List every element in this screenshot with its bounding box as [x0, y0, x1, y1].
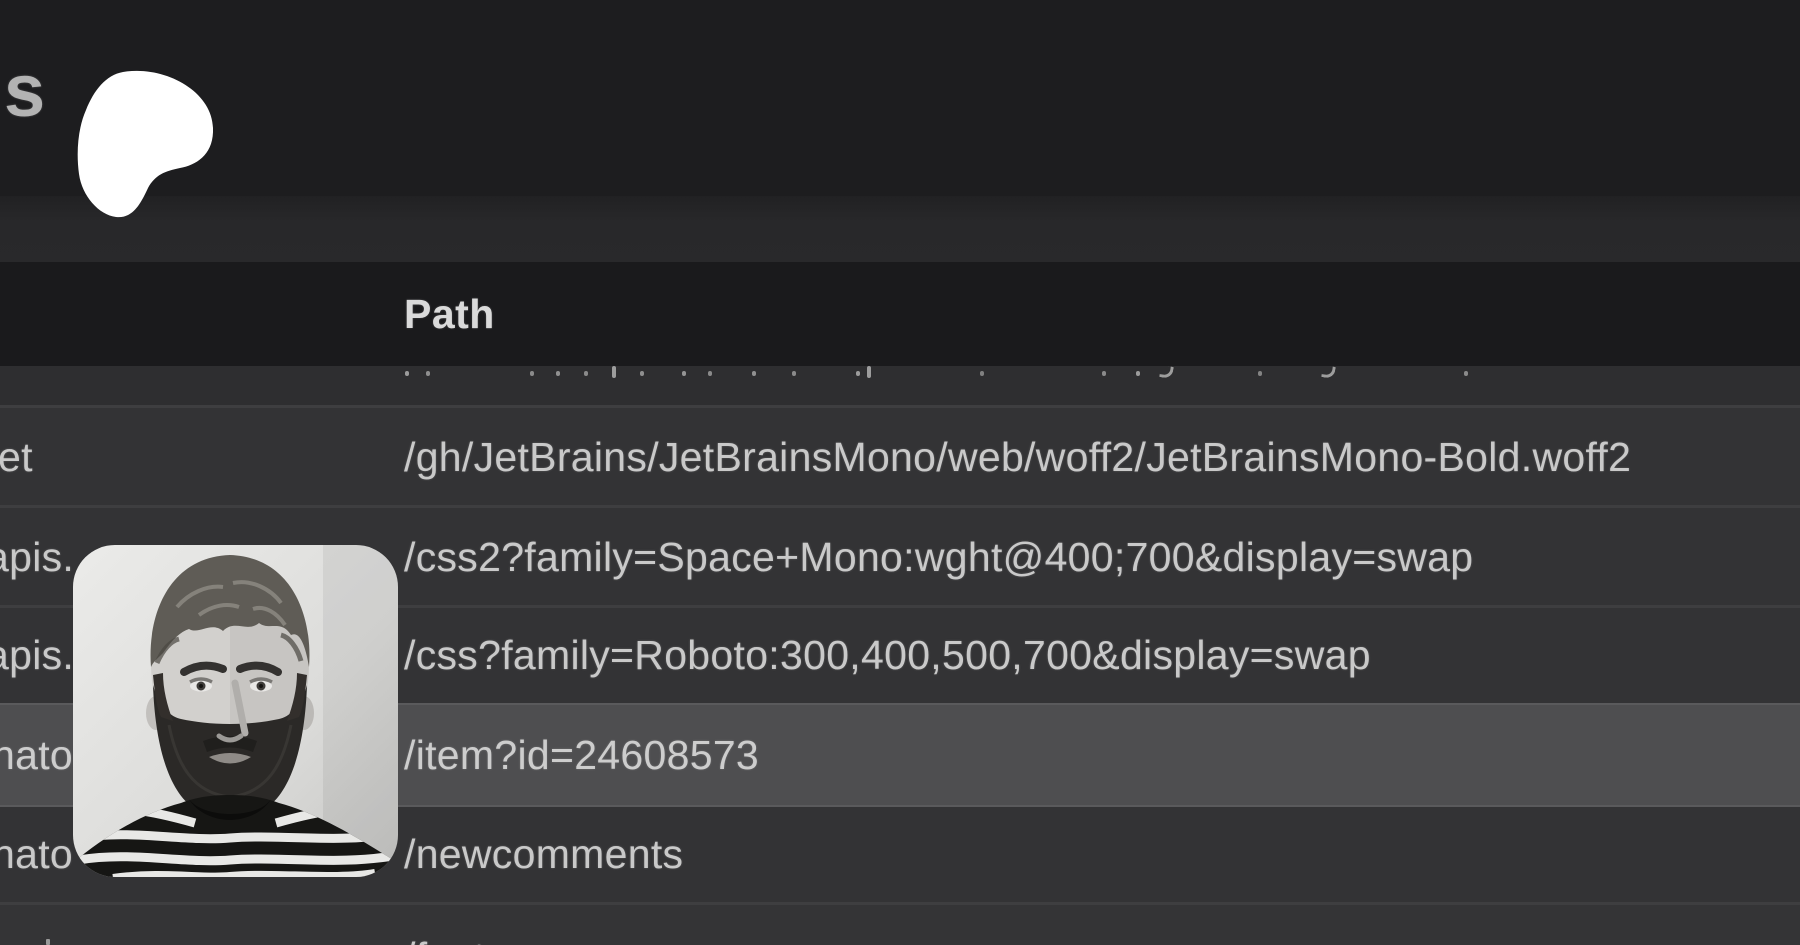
- network-request-row[interactable]: et /gh/JetBrains/JetBrainsMono/web/woff2…: [0, 408, 1800, 506]
- request-name-fragment: nato: [0, 807, 73, 902]
- clipped-glyph-fragments: [1321, 366, 1336, 379]
- clipped-glyph-fragments: [1159, 366, 1174, 379]
- table-row-clipped-bottom[interactable]: /fonts: [0, 905, 1800, 945]
- patreon-logo-icon: [77, 70, 213, 218]
- table-header-row: Path: [0, 262, 1800, 366]
- webcam-avatar[interactable]: [73, 545, 398, 877]
- request-path: /item?id=24608573: [404, 705, 759, 805]
- request-name-fragment: apis.: [0, 608, 74, 703]
- request-path: /newcomments: [404, 807, 683, 902]
- request-name-fragment: et: [0, 408, 33, 506]
- clipped-glyph-fragments: [0, 371, 4, 376]
- request-path: /css?family=Roboto:300,400,500,700&displ…: [404, 608, 1371, 703]
- clipped-glyph-fragments: [46, 939, 50, 945]
- request-name-fragment: apis.: [0, 508, 74, 606]
- toolbar-band: [0, 196, 1800, 262]
- page-title-fragment: s: [4, 54, 45, 128]
- clipped-glyph-fragments: [612, 366, 616, 378]
- request-name-fragment: nato: [0, 705, 73, 805]
- person-portrait: [73, 545, 398, 877]
- devtools-network-panel: s Path et /gh/JetBrains/JetBrainsMono/we…: [0, 0, 1800, 945]
- request-path: /css2?family=Space+Mono:wght@400;700&dis…: [404, 508, 1473, 606]
- clipped-glyph-fragments: [867, 366, 871, 378]
- request-path: /gh/JetBrains/JetBrainsMono/web/woff2/Je…: [404, 408, 1631, 506]
- request-path: /fonts: [404, 933, 506, 945]
- top-bar: s: [0, 0, 1800, 196]
- table-row-clipped-top[interactable]: [0, 366, 1800, 406]
- path-column-header[interactable]: Path: [404, 262, 495, 366]
